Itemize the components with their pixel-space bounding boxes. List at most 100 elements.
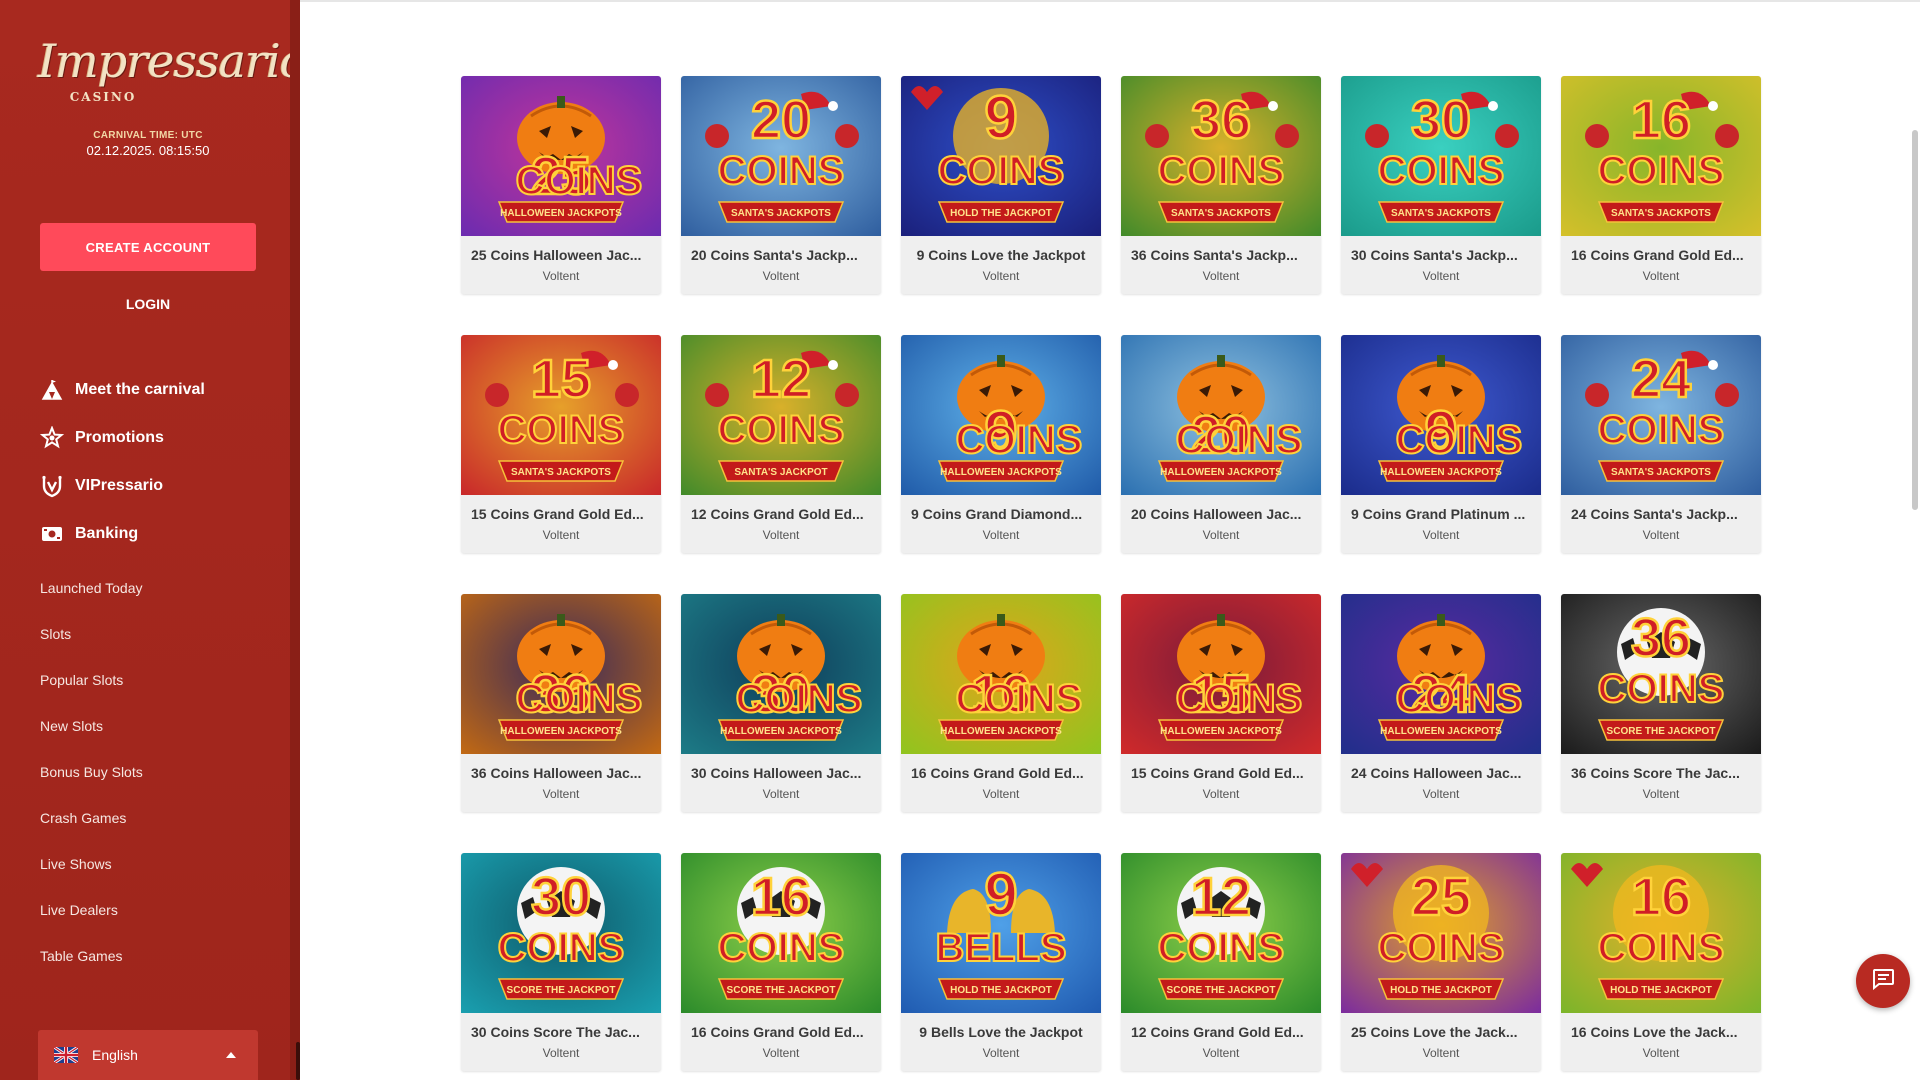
brand-logo[interactable]: Impressario CASINO [38,34,300,108]
category-popular-slots[interactable]: Popular Slots [40,657,280,703]
category-live-shows[interactable]: Live Shows [40,841,280,887]
game-title[interactable]: 20 Coins Santa's Jackp... [691,247,871,263]
game-card[interactable]: 24 COINS SANTA'S JACKPOTS 24 Coins Santa… [1561,335,1761,553]
nav-item-banking[interactable]: Banking [40,510,280,558]
game-thumbnail[interactable]: 15 COINS SANTA'S JACKPOTS [461,335,661,495]
game-title[interactable]: 25 Coins Halloween Jac... [471,247,651,263]
game-thumbnail[interactable]: 36 COINS SANTA'S JACKPOTS [1121,76,1321,236]
game-provider: Voltent [1642,1046,1680,1060]
game-thumbnail[interactable]: 9 COINS HALLOWEEN JACKPOTS [901,335,1101,495]
svg-text:16: 16 [1631,90,1691,150]
game-card[interactable]: 16 COINS HALLOWEEN JACKPOTS 16 Coins Gra… [901,594,1101,812]
game-title[interactable]: 16 Coins Grand Gold Ed... [691,1024,871,1040]
game-provider: Voltent [762,1046,800,1060]
create-account-button[interactable]: CREATE ACCOUNT [40,223,256,271]
game-thumbnail[interactable]: 30 COINS SCORE THE JACKPOT [461,853,661,1013]
game-thumbnail[interactable]: 16 COINS HALLOWEEN JACKPOTS [901,594,1101,754]
game-card[interactable]: 36 COINS HALLOWEEN JACKPOTS 36 Coins Hal… [461,594,661,812]
game-title[interactable]: 12 Coins Grand Gold Ed... [1131,1024,1311,1040]
game-card[interactable]: 16 COINS SANTA'S JACKPOTS 16 Coins Grand… [1561,76,1761,294]
game-title[interactable]: 9 Bells Love the Jackpot [911,1024,1091,1040]
sidebar-edge [290,0,300,1080]
sidebar-scrollbar[interactable] [296,1042,300,1080]
game-card[interactable]: 9 COINS HALLOWEEN JACKPOTS 9 Coins Grand… [1341,335,1541,553]
nav-item-vipressario[interactable]: VIPressario [40,462,280,510]
game-card[interactable]: 12 COINS SCORE THE JACKPOT 12 Coins Gran… [1121,853,1321,1071]
chat-button[interactable] [1856,954,1910,1008]
game-title[interactable]: 36 Coins Score The Jac... [1571,765,1751,781]
game-title[interactable]: 16 Coins Love the Jack... [1571,1024,1751,1040]
game-title[interactable]: 25 Coins Love the Jack... [1351,1024,1531,1040]
category-new-slots[interactable]: New Slots [40,703,280,749]
game-thumbnail[interactable]: 30 COINS SANTA'S JACKPOTS [1341,76,1541,236]
game-title[interactable]: 16 Coins Grand Gold Ed... [1571,247,1751,263]
game-card[interactable]: 36 COINS SANTA'S JACKPOTS 36 Coins Santa… [1121,76,1321,294]
category-launched-today[interactable]: Launched Today [40,565,280,611]
game-card[interactable]: 16 COINS SCORE THE JACKPOT 16 Coins Gran… [681,853,881,1071]
game-title[interactable]: 9 Coins Grand Diamond... [911,506,1091,522]
game-thumbnail[interactable]: 24 COINS HALLOWEEN JACKPOTS [1341,594,1541,754]
game-title[interactable]: 30 Coins Halloween Jac... [691,765,871,781]
game-thumbnail[interactable]: 24 COINS SANTA'S JACKPOTS [1561,335,1761,495]
login-link[interactable]: LOGIN [40,296,256,312]
category-crash-games[interactable]: Crash Games [40,795,280,841]
game-title[interactable]: 9 Coins Grand Platinum ... [1351,506,1531,522]
svg-text:COINS: COINS [718,408,845,452]
game-title[interactable]: 36 Coins Halloween Jac... [471,765,651,781]
nav-item-promotions[interactable]: Promotions [40,414,280,462]
game-thumbnail[interactable]: 9 COINS HALLOWEEN JACKPOTS [1341,335,1541,495]
svg-text:HALLOWEEN JACKPOTS: HALLOWEEN JACKPOTS [500,726,622,737]
game-title[interactable]: 30 Coins Score The Jac... [471,1024,651,1040]
svg-text:HALLOWEEN JACKPOTS: HALLOWEEN JACKPOTS [720,726,842,737]
game-thumbnail[interactable]: 20 COINS HALLOWEEN JACKPOTS [1121,335,1321,495]
game-title[interactable]: 30 Coins Santa's Jackp... [1351,247,1531,263]
category-live-dealers[interactable]: Live Dealers [40,887,280,933]
game-card[interactable]: 9 COINS HALLOWEEN JACKPOTS 9 Coins Grand… [901,335,1101,553]
game-title[interactable]: 20 Coins Halloween Jac... [1131,506,1311,522]
category-table-games[interactable]: Table Games [40,933,280,979]
game-thumbnail[interactable]: 36 COINS SCORE THE JACKPOT [1561,594,1761,754]
game-provider: Voltent [982,269,1020,283]
language-selector[interactable]: English [38,1030,258,1080]
game-thumbnail[interactable]: 15 COINS HALLOWEEN JACKPOTS [1121,594,1321,754]
game-thumbnail[interactable]: 25 COINS HOLD THE JACKPOT [1341,853,1541,1013]
game-card[interactable]: 15 COINS SANTA'S JACKPOTS 15 Coins Grand… [461,335,661,553]
game-title[interactable]: 15 Coins Grand Gold Ed... [1131,765,1311,781]
game-title[interactable]: 24 Coins Halloween Jac... [1351,765,1531,781]
game-title[interactable]: 16 Coins Grand Gold Ed... [911,765,1091,781]
game-title[interactable]: 15 Coins Grand Gold Ed... [471,506,651,522]
game-card[interactable]: 30 COINS SANTA'S JACKPOTS 30 Coins Santa… [1341,76,1541,294]
category-bonus-buy-slots[interactable]: Bonus Buy Slots [40,749,280,795]
nav-item-meet-the-carnival[interactable]: Meet the carnival [40,366,280,414]
game-card[interactable]: 36 COINS SCORE THE JACKPOT 36 Coins Scor… [1561,594,1761,812]
game-thumbnail[interactable]: 9 BELLS HOLD THE JACKPOT [901,853,1101,1013]
game-card[interactable]: 25 COINS HALLOWEEN JACKPOTS 25 Coins Hal… [461,76,661,294]
game-thumbnail[interactable]: 9 COINS HOLD THE JACKPOT [901,76,1101,236]
game-title[interactable]: 36 Coins Santa's Jackp... [1131,247,1311,263]
game-card[interactable]: 30 COINS SCORE THE JACKPOT 30 Coins Scor… [461,853,661,1071]
game-thumbnail[interactable]: 12 COINS SANTA'S JACKPOT [681,335,881,495]
game-card[interactable]: 20 COINS SANTA'S JACKPOTS 20 Coins Santa… [681,76,881,294]
game-title[interactable]: 9 Coins Love the Jackpot [911,247,1091,263]
game-title[interactable]: 12 Coins Grand Gold Ed... [691,506,871,522]
game-thumbnail[interactable]: 30 COINS HALLOWEEN JACKPOTS [681,594,881,754]
game-card[interactable]: 16 COINS HOLD THE JACKPOT 16 Coins Love … [1561,853,1761,1071]
game-card[interactable]: 9 BELLS HOLD THE JACKPOT 9 Bells Love th… [901,853,1101,1071]
game-card[interactable]: 30 COINS HALLOWEEN JACKPOTS 30 Coins Hal… [681,594,881,812]
game-card[interactable]: 9 COINS HOLD THE JACKPOT 9 Coins Love th… [901,76,1101,294]
game-card[interactable]: 20 COINS HALLOWEEN JACKPOTS 20 Coins Hal… [1121,335,1321,553]
game-thumbnail[interactable]: 16 COINS SCORE THE JACKPOT [681,853,881,1013]
game-thumbnail[interactable]: 25 COINS HALLOWEEN JACKPOTS [461,76,661,236]
game-thumbnail[interactable]: 16 COINS SANTA'S JACKPOTS [1561,76,1761,236]
game-title[interactable]: 24 Coins Santa's Jackp... [1571,506,1751,522]
game-card[interactable]: 15 COINS HALLOWEEN JACKPOTS 15 Coins Gra… [1121,594,1321,812]
game-thumbnail[interactable]: 36 COINS HALLOWEEN JACKPOTS [461,594,661,754]
game-card[interactable]: 25 COINS HOLD THE JACKPOT 25 Coins Love … [1341,853,1541,1071]
game-card[interactable]: 24 COINS HALLOWEEN JACKPOTS 24 Coins Hal… [1341,594,1541,812]
game-thumbnail[interactable]: 20 COINS SANTA'S JACKPOTS [681,76,881,236]
category-slots[interactable]: Slots [40,611,280,657]
game-card[interactable]: 12 COINS SANTA'S JACKPOT 12 Coins Grand … [681,335,881,553]
game-thumbnail[interactable]: 16 COINS HOLD THE JACKPOT [1561,853,1761,1013]
page-scrollbar[interactable] [1912,130,1918,510]
game-thumbnail[interactable]: 12 COINS SCORE THE JACKPOT [1121,853,1321,1013]
